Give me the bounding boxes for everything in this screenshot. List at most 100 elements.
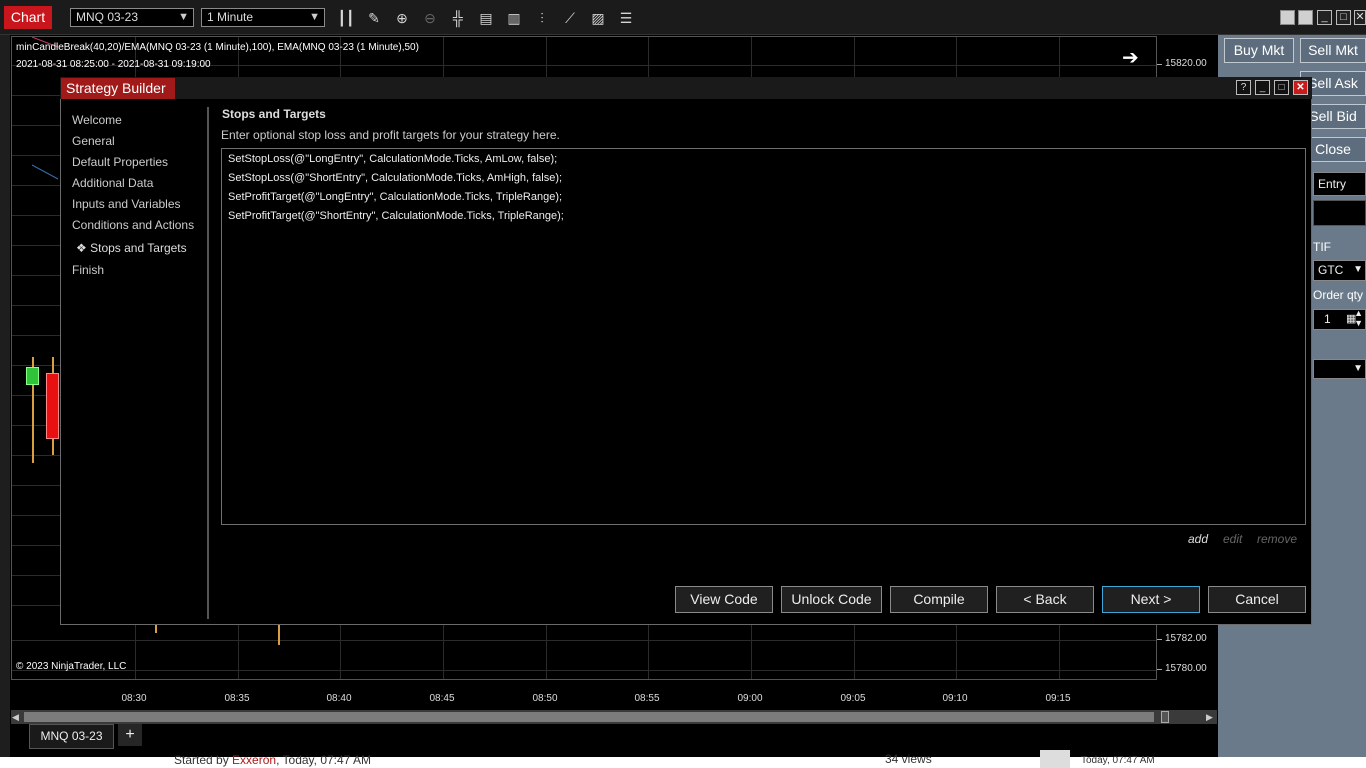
strategies-icon[interactable]: ⟋ — [561, 9, 579, 27]
chevron-down-icon: ▼ — [309, 11, 320, 23]
nav-label: Stops and Targets — [90, 241, 187, 255]
pencil-draw-icon[interactable]: ✎ — [365, 9, 383, 27]
tif-selector[interactable]: GTC ▼ — [1313, 260, 1366, 281]
add-link[interactable]: add — [1188, 532, 1208, 546]
dialog-titlebar[interactable] — [60, 77, 1312, 99]
zoom-out-icon[interactable]: ⊖ — [421, 9, 439, 27]
order-qty-label: Order qty — [1313, 288, 1364, 302]
maximize-icon[interactable]: □ — [1336, 10, 1351, 25]
close-icon[interactable]: ✕ — [1293, 80, 1308, 95]
minimize-icon[interactable]: _ — [1317, 10, 1332, 25]
minimize-icon[interactable]: _ — [1255, 80, 1270, 95]
list-item[interactable]: SetProfitTarget(@"LongEntry", Calculatio… — [228, 191, 562, 203]
nav-conditions-and-actions[interactable]: Conditions and Actions — [72, 218, 194, 232]
bearish-candle — [46, 373, 59, 439]
section-description: Enter optional stop loss and profit targ… — [221, 128, 560, 142]
data-box-icon[interactable]: ▤ — [477, 9, 495, 27]
indicator-label: minCandleBreak(40,20)/EMA(MNQ 03-23 (1 M… — [16, 42, 419, 53]
nav-finish[interactable]: Finish — [72, 263, 104, 277]
time-label: 09:05 — [840, 693, 866, 704]
thread-time: , Today, 07:47 AM — [276, 753, 372, 767]
list-item[interactable]: SetStopLoss(@"ShortEntry", CalculationMo… — [228, 172, 562, 184]
list-item[interactable]: SetProfitTarget(@"ShortEntry", Calculati… — [228, 210, 564, 222]
scrollbar-thumb[interactable] — [24, 712, 1154, 722]
time-label: 08:55 — [634, 693, 660, 704]
compile-button[interactable]: Compile — [890, 586, 988, 613]
nav-inputs-and-variables[interactable]: Inputs and Variables — [72, 197, 181, 211]
nav-additional-data[interactable]: Additional Data — [72, 176, 153, 190]
entry-field[interactable]: Entry — [1313, 172, 1366, 196]
window-tile-icon[interactable] — [1280, 10, 1295, 25]
properties-icon[interactable]: ▨ — [589, 9, 607, 27]
stops-targets-list[interactable] — [221, 148, 1306, 525]
indicators-icon[interactable]: ⫶ — [533, 9, 551, 27]
chart-window-tab[interactable]: Chart — [4, 6, 52, 29]
time-label: 08:30 — [121, 693, 147, 704]
time-label: 09:15 — [1045, 693, 1071, 704]
date-range-label: 2021-08-31 08:25:00 - 2021-08-31 09:19:0… — [16, 59, 211, 70]
candle-wick — [278, 625, 280, 645]
chevron-down-icon: ▼ — [1353, 264, 1363, 275]
templates-icon[interactable]: ▥ — [505, 9, 523, 27]
nav-default-properties[interactable]: Default Properties — [72, 155, 168, 169]
price-label: 15820.00 — [1165, 58, 1207, 69]
maximize-icon[interactable]: □ — [1274, 80, 1289, 95]
interval-value: 1 Minute — [207, 10, 254, 24]
scroll-grip-icon[interactable] — [1161, 711, 1169, 723]
nav-divider — [207, 107, 209, 619]
buy-market-button[interactable]: Buy Mkt — [1224, 38, 1294, 63]
spinner-icon[interactable]: ▲ ▼ — [1354, 308, 1363, 328]
nav-general[interactable]: General — [72, 134, 115, 148]
time-label: 08:45 — [429, 693, 455, 704]
views-count: 34 views — [885, 752, 932, 766]
crosshair-icon[interactable]: ╬ — [449, 9, 467, 27]
unlock-code-button[interactable]: Unlock Code — [781, 586, 882, 613]
section-title: Stops and Targets — [222, 107, 326, 121]
object-list-icon[interactable]: ☰ — [617, 9, 635, 27]
candle-wick — [155, 625, 157, 633]
grid-line — [12, 640, 1156, 641]
nav-stops-and-targets[interactable]: ❖ Stops and Targets — [76, 241, 187, 255]
grid-line — [12, 670, 1156, 671]
next-button[interactable]: Next > — [1102, 586, 1200, 613]
chart-tab-bar — [10, 724, 1218, 755]
cancel-button[interactable]: Cancel — [1208, 586, 1306, 613]
scroll-left-icon[interactable]: ◀ — [12, 710, 19, 724]
chart-symbol-tab[interactable]: MNQ 03-23 — [29, 724, 114, 749]
interval-selector[interactable]: 1 Minute ▼ — [201, 8, 325, 27]
scroll-right-icon[interactable]: ▶ — [1206, 710, 1213, 724]
tif-label: TIF — [1313, 240, 1331, 254]
close-icon[interactable]: ✕ — [1354, 10, 1366, 25]
author-link[interactable]: Exxeron — [232, 753, 276, 767]
instrument-selector[interactable]: MNQ 03-23 ▼ — [70, 8, 194, 27]
axis-tick — [1157, 669, 1162, 670]
copyright-label: © 2023 NinjaTrader, LLC — [16, 661, 127, 672]
back-button[interactable]: < Back — [996, 586, 1094, 613]
bar-type-icon[interactable]: ┃┃ — [337, 9, 355, 27]
avatar[interactable] — [1040, 750, 1070, 768]
view-code-button[interactable]: View Code — [675, 586, 773, 613]
started-by-label: Started by — [174, 753, 229, 767]
last-post-time: Today, 07:47 AM — [1081, 755, 1155, 766]
order-qty-field[interactable]: 1 ▦ ▲ ▼ — [1313, 308, 1366, 330]
window-tile-icon[interactable] — [1298, 10, 1313, 25]
edit-link[interactable]: edit — [1223, 532, 1242, 546]
thread-meta: Started by Exxeron, Today, 07:47 AM — [174, 753, 371, 767]
chevron-down-icon: ▼ — [1353, 363, 1363, 374]
help-icon[interactable]: ? — [1236, 80, 1251, 95]
instrument-value: MNQ 03-23 — [76, 10, 139, 24]
entry-value-field[interactable] — [1313, 200, 1366, 226]
remove-link[interactable]: remove — [1257, 532, 1297, 546]
sell-market-button[interactable]: Sell Mkt — [1300, 38, 1366, 63]
time-label: 08:35 — [224, 693, 250, 704]
time-label: 09:10 — [942, 693, 968, 704]
atm-strategy-selector[interactable]: ▼ — [1313, 359, 1366, 379]
time-label: 09:00 — [737, 693, 763, 704]
zoom-in-icon[interactable]: ⊕ — [393, 9, 411, 27]
nav-welcome[interactable]: Welcome — [72, 113, 122, 127]
tif-value: GTC — [1318, 263, 1344, 277]
add-tab-button[interactable]: + — [118, 724, 142, 746]
axis-tick — [1157, 64, 1162, 65]
list-item[interactable]: SetStopLoss(@"LongEntry", CalculationMod… — [228, 153, 557, 165]
arrow-right-icon[interactable]: ➔ — [1122, 45, 1139, 70]
